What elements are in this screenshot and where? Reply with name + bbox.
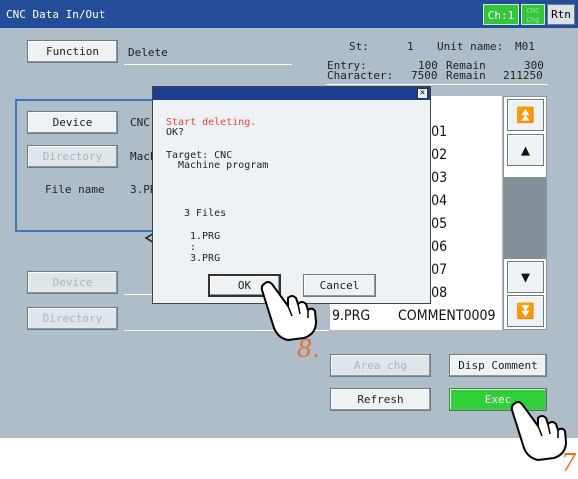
window-title: CNC Data In/Out — [6, 8, 106, 21]
stats-underline — [326, 84, 548, 85]
dest-device-button[interactable]: Device — [27, 271, 118, 294]
down-arrow-icon: ▼ — [520, 268, 531, 286]
character-label: Character: — [327, 69, 394, 82]
close-icon[interactable]: ✕ — [417, 88, 428, 99]
step-8-label: 8. — [297, 335, 320, 363]
dialog-file-ellipsis: : — [190, 242, 197, 253]
dialog-question: OK? — [166, 127, 185, 138]
cnc-chg-button[interactable]: CNC Chg — [521, 4, 545, 25]
function-button[interactable]: Function — [27, 40, 118, 63]
channel-indicator[interactable]: Ch:1 — [483, 4, 519, 25]
function-underline — [124, 64, 292, 65]
delete-confirm-dialog: ✕ Start deleting. OK? Target: CNC Machin… — [152, 86, 431, 304]
title-bar: CNC Data In/Out Ch:1 CNC Chg Rtn — [0, 0, 578, 28]
list-item[interactable]: 9.PRG COMMENT0009 — [330, 308, 502, 331]
refresh-button[interactable]: Refresh — [330, 388, 431, 411]
character-value: 7500 — [411, 69, 438, 82]
st-label: St: — [349, 40, 369, 53]
dialog-title-bar: ✕ — [153, 87, 430, 100]
scroll-top-button[interactable]: ⏫ — [507, 99, 544, 131]
up-arrow-icon: ▲ — [520, 141, 531, 159]
return-button[interactable]: Rtn — [547, 4, 575, 25]
double-up-arrow-icon: ⏫ — [516, 106, 535, 124]
scroll-bottom-button[interactable]: ⏬ — [507, 295, 544, 327]
pointing-hand-icon — [260, 281, 318, 342]
dest-directory-button[interactable]: Directory — [27, 307, 118, 330]
scroll-down-button[interactable]: ▼ — [507, 261, 544, 293]
dest-device-underline — [124, 294, 154, 295]
area-chg-button[interactable]: Area chg — [330, 354, 431, 377]
double-down-arrow-icon: ⏬ — [516, 302, 535, 320]
list-scrollbar[interactable]: ⏫ ▲ ▼ ⏬ — [503, 96, 547, 330]
file-name-label: File name — [45, 183, 105, 196]
source-device-value: CNC — [130, 116, 150, 129]
character-remain-label: Remain — [446, 69, 486, 82]
dialog-file-first: 1.PRG — [190, 231, 221, 242]
source-device-button[interactable]: Device — [27, 111, 118, 134]
scroll-thumb[interactable] — [504, 177, 546, 259]
file-comment: COMMENT0009 — [398, 308, 496, 324]
character-remain-value: 211250 — [503, 69, 543, 82]
scroll-up-button[interactable]: ▲ — [507, 134, 544, 166]
source-directory-button[interactable]: Directory — [27, 145, 118, 168]
dialog-target-detail: Machine program — [178, 160, 269, 171]
unit-name-label: Unit name: — [437, 40, 504, 53]
dialog-file-last: 3.PRG — [190, 253, 221, 264]
step-7-label: 7 — [561, 449, 577, 477]
unit-name-value: M01 — [515, 40, 535, 53]
file-name: 9.PRG — [332, 308, 371, 324]
dialog-files-count: 3 Files — [184, 208, 227, 219]
disp-comment-button[interactable]: Disp Comment — [449, 354, 547, 377]
function-value: Delete — [128, 46, 168, 59]
st-value: 1 — [407, 40, 414, 53]
